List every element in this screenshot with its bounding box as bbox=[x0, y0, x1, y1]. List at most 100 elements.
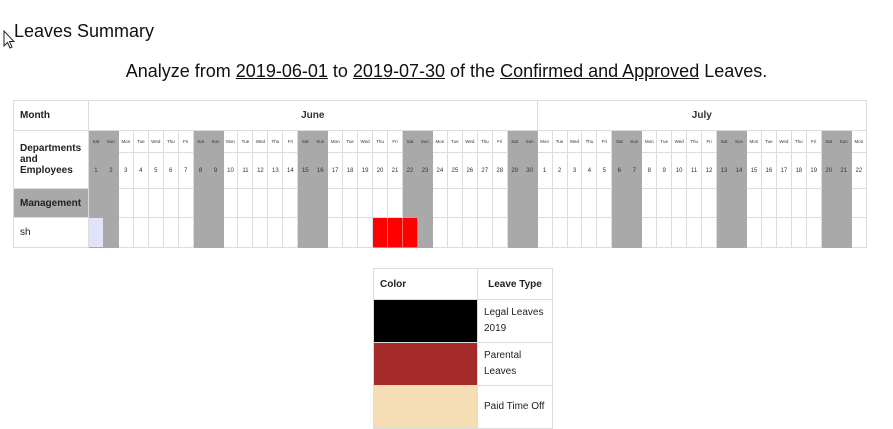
day-number-cell: 23 bbox=[416, 152, 433, 189]
weekday-cell: Sat bbox=[87, 130, 104, 153]
department-day-cell bbox=[207, 188, 224, 218]
day-number-cell: 10 bbox=[222, 152, 239, 189]
department-day-cell bbox=[745, 188, 762, 218]
department-day-cell bbox=[102, 188, 119, 218]
legend-table: Color Leave Type Legal Leaves 2019 Paren… bbox=[373, 268, 553, 429]
department-day-cell bbox=[656, 188, 673, 218]
weekday-cell: Fri bbox=[387, 130, 403, 153]
weekday-cell: Fri bbox=[596, 130, 613, 153]
employee-day-cell bbox=[790, 217, 807, 248]
employee-day-cell bbox=[446, 217, 463, 248]
leave-day-cell bbox=[402, 217, 418, 248]
employee-day-cell bbox=[282, 217, 299, 248]
day-number-cell: 3 bbox=[117, 152, 134, 189]
employee-day-cell bbox=[327, 217, 344, 248]
day-number-cell: 28 bbox=[491, 152, 508, 189]
employee-day-cell bbox=[641, 217, 658, 248]
department-day-cell bbox=[147, 188, 164, 218]
employee-day-cell bbox=[566, 217, 583, 248]
weekday-cell: Wed bbox=[671, 130, 688, 153]
weekday-cell: Tue bbox=[446, 130, 463, 153]
day-number-cell: 11 bbox=[686, 152, 703, 189]
weekday-cell: Mon bbox=[536, 130, 553, 153]
weekday-cell: Mon bbox=[117, 130, 134, 153]
employee-day-cell bbox=[207, 217, 224, 248]
department-day-cell bbox=[850, 188, 867, 218]
department-day-cell bbox=[581, 188, 598, 218]
weekday-cell: Thu bbox=[581, 130, 598, 153]
department-day-cell bbox=[671, 188, 688, 218]
department-day-cell bbox=[372, 188, 389, 218]
department-day-cell bbox=[431, 188, 448, 218]
analyze-of-the: of the bbox=[450, 61, 496, 81]
employee-day-cell bbox=[132, 217, 149, 248]
department-day-cell bbox=[387, 188, 403, 218]
analyze-suffix: Leaves. bbox=[704, 61, 768, 81]
date-from-link[interactable]: 2019-06-01 bbox=[236, 61, 328, 81]
day-number-cell: 2 bbox=[102, 152, 119, 189]
employee-day-cell bbox=[671, 217, 688, 248]
department-day-cell bbox=[192, 188, 209, 218]
day-number-cell: 27 bbox=[476, 152, 493, 189]
weekday-cell: Mon bbox=[850, 130, 867, 153]
weekday-cell: Sun bbox=[207, 130, 224, 153]
employee-day-cell bbox=[805, 217, 822, 248]
employee-day-cell bbox=[536, 217, 553, 248]
day-number-cell: 2 bbox=[551, 152, 568, 189]
department-day-cell bbox=[760, 188, 777, 218]
leave-state-link[interactable]: Confirmed and Approved bbox=[500, 61, 699, 81]
day-number-cell: 15 bbox=[745, 152, 762, 189]
department-day-cell bbox=[252, 188, 269, 218]
weekday-cell: Mon bbox=[745, 130, 762, 153]
department-day-cell bbox=[775, 188, 792, 218]
employee-day-cell bbox=[147, 217, 164, 248]
weekday-cell: Sun bbox=[312, 130, 329, 153]
day-number-cell: 4 bbox=[581, 152, 598, 189]
day-number-cell: 3 bbox=[566, 152, 583, 189]
day-number-cell: 17 bbox=[775, 152, 792, 189]
legend-leave-name: Legal Leaves 2019 bbox=[477, 299, 553, 343]
weekday-cell: Wed bbox=[566, 130, 583, 153]
legend-row: Parental Leaves bbox=[373, 342, 553, 386]
department-day-cell bbox=[536, 188, 553, 218]
day-number-cell: 21 bbox=[835, 152, 852, 189]
department-day-cell bbox=[611, 188, 628, 218]
employee-day-cell bbox=[342, 217, 359, 248]
department-day-cell bbox=[790, 188, 807, 218]
day-number-cell: 20 bbox=[372, 152, 389, 189]
department-day-cell bbox=[835, 188, 852, 218]
day-number-cell: 22 bbox=[402, 152, 418, 189]
employee-day-cell bbox=[461, 217, 478, 248]
department-day-cell bbox=[731, 188, 747, 218]
department-day-cell bbox=[596, 188, 613, 218]
legend-row: Legal Leaves 2019 bbox=[373, 299, 553, 343]
date-to-link[interactable]: 2019-07-30 bbox=[353, 61, 445, 81]
department-day-cell bbox=[282, 188, 299, 218]
employee-day-cell bbox=[476, 217, 493, 248]
day-number-cell: 10 bbox=[671, 152, 688, 189]
leave-day-cell bbox=[372, 217, 389, 248]
day-number-cell: 6 bbox=[611, 152, 628, 189]
weekday-cell: Thu bbox=[372, 130, 389, 153]
leave-day-cell bbox=[387, 217, 403, 248]
legend-swatch bbox=[373, 385, 478, 429]
weekday-cell: Sun bbox=[521, 130, 538, 153]
day-number-cell: 14 bbox=[731, 152, 747, 189]
weekday-cell: Thu bbox=[267, 130, 284, 153]
employee-day-cell bbox=[850, 217, 867, 248]
employee-day-cell bbox=[775, 217, 792, 248]
employee-day-cell bbox=[521, 217, 538, 248]
legend-swatch bbox=[373, 342, 478, 386]
day-number-cell: 21 bbox=[387, 152, 403, 189]
day-number-cell: 8 bbox=[192, 152, 209, 189]
employee-day-cell bbox=[491, 217, 508, 248]
weekday-cell: Tue bbox=[656, 130, 673, 153]
employee-day-cell bbox=[431, 217, 448, 248]
weekday-cell: Thu bbox=[162, 130, 179, 153]
employee-day-cell bbox=[506, 217, 523, 248]
department-day-cell bbox=[446, 188, 463, 218]
weekday-cell: Tue bbox=[237, 130, 254, 153]
legend-swatch bbox=[373, 299, 478, 343]
weekday-cell: Sun bbox=[731, 130, 747, 153]
employee-day-cell bbox=[731, 217, 747, 248]
